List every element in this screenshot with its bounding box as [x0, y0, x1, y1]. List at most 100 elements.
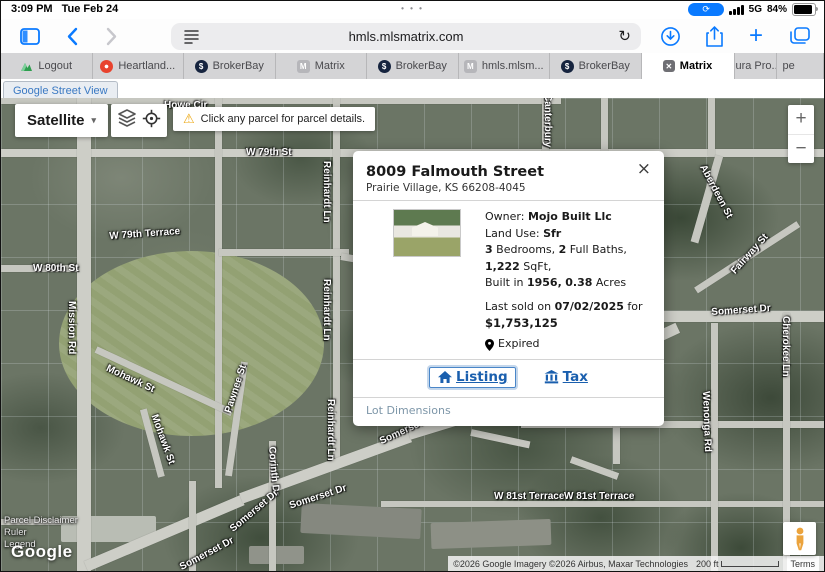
road — [215, 98, 222, 488]
sync-status-icon: ⟳ — [688, 3, 724, 16]
pin-icon — [485, 339, 494, 351]
street-label: Reinhardt Ln — [321, 279, 332, 341]
street-label: W 79th St — [246, 147, 292, 158]
street-label: Canterbury — [542, 98, 553, 147]
locate-button[interactable] — [142, 109, 161, 133]
brokerbay-logo-icon: $ — [195, 60, 208, 73]
pegman-button[interactable] — [783, 522, 816, 555]
park-field — [59, 251, 324, 436]
street-label: Reinhardt Ln — [321, 161, 332, 223]
tab-logout[interactable]: Logout — [1, 53, 93, 79]
sold-price: $1,753,125 — [485, 315, 654, 332]
close-icon[interactable]: × — [637, 161, 651, 178]
forward-button[interactable] — [99, 23, 125, 49]
google-logo[interactable]: Google — [11, 542, 73, 562]
mls-logo-icon — [20, 60, 33, 73]
street-label: Wenonga Rd — [700, 391, 713, 452]
share-button[interactable] — [701, 23, 727, 49]
tab-google-street-view[interactable]: Google Street View — [3, 81, 118, 98]
tax-button[interactable]: Tax — [544, 369, 588, 385]
zoom-out-button[interactable]: − — [788, 135, 814, 164]
street-label: W 81st Terrace — [494, 491, 564, 502]
multitask-dots: • • • — [401, 4, 424, 13]
close-tab-icon[interactable]: ✕ — [663, 60, 675, 72]
property-address: 8009 Falmouth Street — [366, 164, 630, 180]
building — [300, 503, 421, 539]
scale-bar: 200 ft — [696, 559, 779, 569]
map-canvas[interactable]: Howe Cir Canterbury W 79th St W 79th Ter… — [1, 98, 824, 571]
status-bar: 3:09 PM Tue Feb 24 • • • ⟳ 5G 84% — [1, 1, 824, 19]
road — [601, 98, 608, 156]
road — [77, 98, 91, 571]
status-row: Expired — [485, 336, 654, 353]
tab-brokerbay-3[interactable]: $ BrokerBay — [550, 53, 642, 79]
zoom-control: + − — [788, 105, 814, 163]
property-details: Owner: Mojo Built Llc Land Use: Sfr 3 Be… — [485, 209, 654, 353]
matrix-logo-icon: M — [464, 60, 477, 73]
parcel-disclaimer-link[interactable]: Parcel Disclaimer — [4, 515, 78, 526]
layers-button[interactable] — [117, 109, 137, 132]
brokerbay-logo-icon: $ — [561, 60, 574, 73]
tab-partial-1[interactable]: oura Pro... — [735, 53, 777, 79]
street-label: Cherokee Ln — [780, 316, 791, 377]
copyright-text: ©2026 Google Imagery ©2026 Airbus, Maxar… — [453, 559, 688, 569]
ruler-link[interactable]: Ruler — [4, 527, 27, 538]
road — [219, 249, 349, 256]
tab-partial-2[interactable]: pe — [777, 53, 825, 79]
tab-strip: Logout Heartland... $ BrokerBay M Matrix… — [1, 53, 824, 80]
battery-icon — [792, 3, 816, 16]
tab-brokerbay-2[interactable]: $ BrokerBay — [367, 53, 459, 79]
property-photo[interactable] — [393, 209, 461, 257]
warning-icon: ⚠ — [183, 111, 195, 127]
tab-matrix-active[interactable]: ✕ Matrix — [642, 53, 735, 79]
heartland-logo-icon — [100, 60, 113, 73]
brokerbay-logo-icon: $ — [378, 60, 391, 73]
tab-hmls[interactable]: M hmls.mlsm... — [459, 53, 551, 79]
zoom-in-button[interactable]: + — [788, 105, 814, 135]
satellite-dropdown-button[interactable]: Satellite ▾ — [15, 104, 108, 137]
land-use-row: Land Use: Sfr — [485, 226, 654, 243]
owner-row: Owner: Mojo Built Llc — [485, 209, 654, 226]
tabs-overview-button[interactable] — [787, 23, 813, 49]
tab-heartland[interactable]: Heartland... — [93, 53, 185, 79]
safari-toolbar: hmls.mlsmatrix.com ↻ + — [1, 19, 824, 54]
clock: 3:09 PM — [11, 3, 53, 15]
parcel-hint-banner: ⚠ Click any parcel for parcel details. — [173, 107, 375, 131]
tab-matrix-1[interactable]: M Matrix — [276, 53, 368, 79]
built-acres-row: Built in 1956, 0.38 Acres — [485, 275, 654, 292]
cellular-signal-icon — [729, 5, 744, 15]
last-sold-row: Last sold on 07/02/2025 for — [485, 299, 654, 316]
tab-brokerbay-1[interactable]: $ BrokerBay — [184, 53, 276, 79]
terms-link[interactable]: Terms — [787, 556, 820, 571]
street-label: Mission Rd — [66, 301, 77, 354]
lot-dimensions-link[interactable]: Lot Dimensions — [353, 398, 664, 426]
building — [249, 546, 304, 564]
network-type: 5G — [749, 4, 762, 15]
beds-baths-row: 3 Bedrooms, 2 Full Baths, 1,222 SqFt, — [485, 242, 654, 275]
caret-down-icon: ▾ — [92, 115, 97, 126]
pegman-icon — [792, 527, 808, 551]
bank-icon — [544, 370, 559, 384]
building — [431, 519, 552, 549]
street-label: Reinhardt Ln — [325, 399, 336, 461]
new-tab-button[interactable]: + — [743, 23, 769, 49]
parcel-details-popup: × 8009 Falmouth Street Prairie Village, … — [353, 151, 664, 426]
sidebar-toggle-button[interactable] — [17, 23, 43, 49]
map-attribution: ©2026 Google Imagery ©2026 Airbus, Maxar… — [448, 556, 824, 571]
street-label: W 81st Terrace — [564, 491, 634, 502]
back-button[interactable] — [59, 23, 85, 49]
street-label: W 80th St — [33, 263, 79, 274]
house-icon — [437, 370, 453, 384]
property-city-state-zip: Prairie Village, KS 66208-4045 — [366, 182, 630, 200]
status-badge: Expired — [498, 336, 540, 353]
road — [708, 98, 715, 156]
reader-icon[interactable] — [183, 28, 200, 47]
date: Tue Feb 24 — [62, 3, 119, 15]
refresh-button[interactable]: ↻ — [618, 27, 631, 45]
download-button[interactable] — [657, 23, 683, 49]
address-bar[interactable]: hmls.mlsmatrix.com ↻ — [171, 23, 641, 50]
view-tabs: Map Google Street View — [1, 79, 824, 98]
url-text: hmls.mlsmatrix.com — [349, 29, 464, 44]
matrix-logo-icon: M — [297, 60, 310, 73]
listing-button[interactable]: Listing — [429, 367, 516, 388]
